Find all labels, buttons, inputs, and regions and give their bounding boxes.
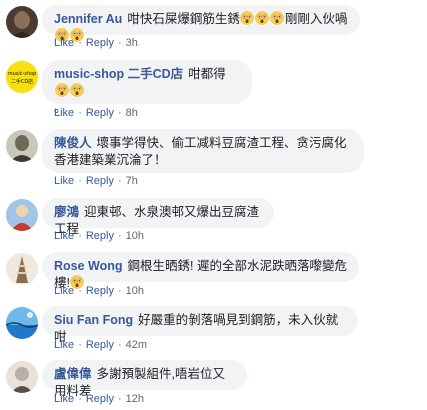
separator: · [78, 393, 82, 405]
comment-actions: Like · Reply · 10h [54, 229, 144, 243]
separator: · [117, 393, 122, 405]
comment-time[interactable]: 42m [126, 339, 147, 351]
avatar[interactable] [6, 6, 38, 38]
reply-link[interactable]: Reply [86, 230, 114, 242]
comment-actions: Like · Reply · 42m [54, 338, 147, 352]
comment-text: 剛剛入伙喎 [284, 12, 348, 26]
like-link[interactable]: Like [54, 175, 74, 187]
avatar-logo-text: music-shop [8, 71, 37, 77]
comment-author[interactable]: Rose Wong [54, 259, 123, 273]
like-link[interactable]: Like [54, 230, 74, 242]
comment-time[interactable]: 7h [126, 175, 138, 187]
avatar[interactable] [6, 130, 38, 162]
astonished-face-icon [69, 83, 84, 97]
comment-author[interactable]: 廖鴻 [54, 205, 79, 219]
comment-bubble: 陳俊人 壞事学得快、偷工减料豆腐渣工程、贪污腐化香港建築業沉淪了！ [42, 129, 364, 173]
reply-link[interactable]: Reply [86, 175, 114, 187]
comment-author[interactable]: Jennifer Au [54, 12, 122, 26]
comment-text: 壞事学得快、偷工减料豆腐渣工程、贪污腐化香港建築業沉淪了！ [54, 136, 347, 167]
comment-time[interactable]: 12h [126, 393, 144, 405]
comment-actions: Like · Reply · 12h [54, 392, 144, 406]
reply-link[interactable]: Reply [86, 107, 114, 119]
like-link[interactable]: Like [54, 37, 74, 49]
like-link[interactable]: Like [54, 107, 74, 119]
comment-bubble: Siu Fan Fong 好嚴重的剝落喎見到鋼筋，未入伙就咁 [42, 306, 358, 344]
reply-link[interactable]: Reply [86, 393, 114, 405]
comment-time[interactable]: 10h [126, 230, 144, 242]
astonished-face-icon [270, 11, 285, 25]
astonished-face-icon [255, 11, 270, 25]
avatar[interactable] [6, 307, 38, 339]
comment-bubble: music-shop 二手CD店 咁都得 。 [42, 60, 252, 115]
separator: · [78, 339, 82, 351]
comment-author[interactable]: 盧偉偉 [54, 367, 92, 381]
like-link[interactable]: Like [54, 393, 74, 405]
astonished-face-icon [240, 11, 255, 25]
separator: · [78, 107, 82, 119]
separator: · [78, 285, 82, 297]
separator: · [117, 285, 122, 297]
avatar[interactable] [6, 199, 38, 231]
comment-actions: Like · Reply · 3h [54, 36, 138, 50]
avatar[interactable] [6, 361, 38, 393]
separator: · [78, 230, 82, 242]
comment-author[interactable]: Siu Fan Fong [54, 313, 133, 327]
separator: · [117, 339, 122, 351]
astonished-face-icon [54, 83, 84, 98]
astonished-face-icon [240, 11, 285, 26]
avatar-logo-text: 二手CD店 [11, 78, 33, 85]
comment-time[interactable]: 10h [126, 285, 144, 297]
comment-bubble: Jennifer Au 咁快石屎爆鋼筋生銹 剛剛入伙喎 [42, 5, 360, 42]
comment-actions: Like · Reply · 7h [54, 174, 138, 188]
separator: · [78, 175, 82, 187]
comment-bubble: Rose Wong 鋼根生晒銹! 遲的全部水泥跌晒落嚟變危樓! [42, 252, 359, 290]
comment-bubble: 廖鴻 迎東邨、水泉澳邨又爆出豆腐渣工程 [42, 198, 274, 236]
comment-author[interactable]: music-shop 二手CD店 [54, 67, 183, 81]
reply-link[interactable]: Reply [86, 339, 114, 351]
comment-actions: Like · Reply · 8h [54, 106, 138, 120]
separator: · [117, 37, 122, 49]
separator: · [117, 230, 122, 242]
separator: · [117, 175, 122, 187]
avatar[interactable]: music-shop 二手CD店 [6, 61, 38, 93]
avatar[interactable] [6, 253, 38, 285]
comment-list: Jennifer Au 咁快石屎爆鋼筋生銹 剛剛入伙喎 Like · Reply · 3h … [0, 0, 427, 410]
comment-time[interactable]: 3h [126, 37, 138, 49]
like-link[interactable]: Like [54, 285, 74, 297]
reply-link[interactable]: Reply [86, 37, 114, 49]
comment-bubble: 盧偉偉 多謝預製組件,唔岩位又用料差 [42, 360, 247, 398]
separator: · [117, 107, 122, 119]
reply-link[interactable]: Reply [86, 285, 114, 297]
comment-author[interactable]: 陳俊人 [54, 136, 92, 150]
astonished-face-icon [54, 83, 69, 97]
comment-text: 咁都得 [188, 67, 226, 81]
comment-text: 咁快石屎爆鋼筋生銹 [127, 12, 240, 26]
like-link[interactable]: Like [54, 339, 74, 351]
separator: · [78, 37, 82, 49]
comment-time[interactable]: 8h [126, 107, 138, 119]
comment-actions: Like · Reply · 10h [54, 284, 144, 298]
